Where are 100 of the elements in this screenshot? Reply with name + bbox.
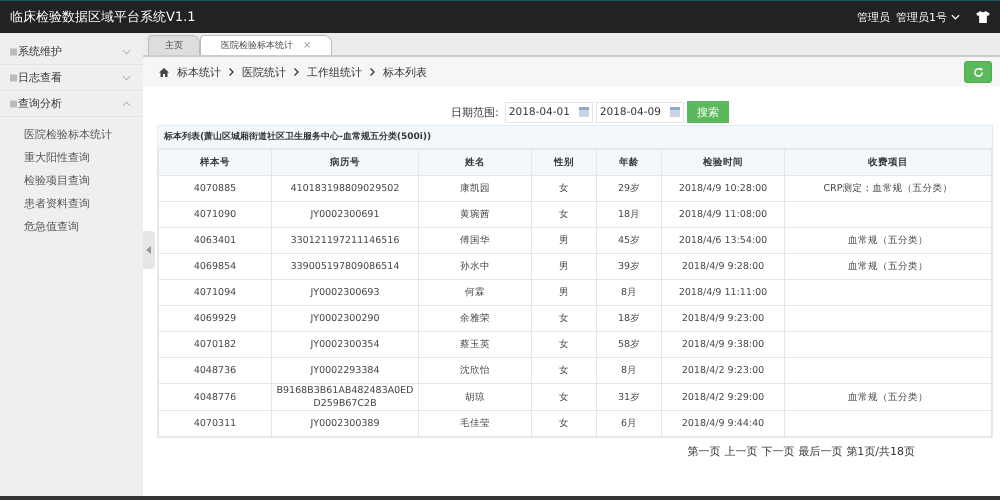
page-count: 第1页/共18页 [846, 444, 915, 459]
table-cell: 4048776 [158, 384, 272, 410]
column-header[interactable]: 样本号 [158, 150, 272, 176]
table-cell: 4070311 [158, 410, 272, 436]
table-cell: 4069854 [158, 254, 272, 280]
table-cell: 康凯园 [418, 176, 532, 202]
breadcrumb-link[interactable]: 标本列表 [383, 64, 427, 80]
table-cell: 血常规（五分类） [784, 228, 992, 254]
calendar-icon[interactable] [670, 107, 680, 117]
refresh-button[interactable] [964, 61, 992, 83]
table-cell: 45岁 [596, 228, 662, 254]
column-header[interactable]: 年龄 [596, 150, 662, 176]
table-cell: 余雅荣 [418, 306, 532, 332]
breadcrumb-link[interactable]: 医院统计 [242, 64, 286, 80]
breadcrumb-link[interactable]: 工作组统计 [307, 64, 362, 80]
table-cell: 4070885 [158, 176, 272, 202]
table-cell: 毛佳莹 [418, 410, 532, 436]
user-role: 管理员 [857, 10, 890, 24]
sidebar-item[interactable]: 患者资料查询 [0, 192, 143, 215]
table-cell: 2018/4/9 9:38:00 [662, 332, 784, 358]
app-title: 临床检验数据区域平台系统V1.1 [10, 9, 196, 26]
sidebar-item[interactable]: 检验项目查询 [0, 169, 143, 192]
chevron-right-icon [370, 68, 375, 76]
table-cell: 2018/4/9 11:11:00 [662, 280, 784, 306]
table-cell: 孙水中 [418, 254, 532, 280]
table-cell: 4048736 [158, 358, 272, 384]
chevron-down-icon [951, 14, 960, 20]
collapse-handle[interactable] [143, 231, 155, 269]
table-cell: 6月 [596, 410, 662, 436]
table-cell: 2018/4/6 13:54:00 [662, 228, 784, 254]
table-cell: 31岁 [596, 384, 662, 410]
sidebar-item[interactable]: 危急值查询 [0, 215, 143, 238]
sidebar-item[interactable]: 重大阳性查询 [0, 146, 143, 169]
table-cell: 女 [532, 358, 596, 384]
table-cell: B9168B3B61AB482483A0EDD259B67C2B [272, 384, 418, 410]
table-cell: 女 [532, 202, 596, 228]
chevron-down-icon [122, 74, 131, 80]
table-cell: 2018/4/2 9:23:00 [662, 358, 784, 384]
table-cell: JY0002300693 [272, 280, 418, 306]
table-cell: 男 [532, 228, 596, 254]
home-icon[interactable] [159, 68, 169, 76]
table-cell: 2018/4/9 9:44:40 [662, 410, 784, 436]
table-cell: 何霖 [418, 280, 532, 306]
table-cell: 410183198809029502 [272, 176, 418, 202]
table-cell: 黄琬茜 [418, 202, 532, 228]
table-cell: JY0002293384 [272, 358, 418, 384]
table-cell: 血常规（五分类） [784, 384, 992, 410]
chevron-up-icon [122, 100, 131, 106]
table-cell: 2018/4/9 10:28:00 [662, 176, 784, 202]
column-header[interactable]: 姓名 [418, 150, 532, 176]
sidebar-item[interactable]: 医院检验标本统计 [0, 123, 143, 146]
column-header[interactable]: 收费项目 [784, 150, 992, 176]
table-cell: JY0002300290 [272, 306, 418, 332]
table-cell: 女 [532, 410, 596, 436]
table-cell: 18月 [596, 202, 662, 228]
table-cell: 4071094 [158, 280, 272, 306]
table-cell: 蔡玉英 [418, 332, 532, 358]
table-cell: 女 [532, 306, 596, 332]
table-cell: 339005197809086514 [272, 254, 418, 280]
table-cell: 胡琼 [418, 384, 532, 410]
table-cell: 男 [532, 280, 596, 306]
table-cell: 18岁 [596, 306, 662, 332]
table-cell: 58岁 [596, 332, 662, 358]
pager-link[interactable]: 第一页 [687, 444, 720, 459]
table-cell: CRP测定；血常规（五分类） [784, 176, 992, 202]
table-cell: 2018/4/9 11:08:00 [662, 202, 784, 228]
table-cell: 傅国华 [418, 228, 532, 254]
table-caption: 标本列表(萧山区城厢街道社区卫生服务中心-血常规五分类(500i)) [158, 126, 992, 149]
column-header[interactable]: 病历号 [272, 150, 418, 176]
refresh-icon [972, 66, 984, 78]
table-cell: 男 [532, 254, 596, 280]
calendar-icon[interactable] [578, 107, 589, 117]
date-field[interactable]: 2018-04-09 [596, 102, 684, 122]
table-cell: 女 [532, 332, 596, 358]
table-cell: 沈欣怡 [418, 358, 532, 384]
table-cell: JY0002300354 [272, 332, 418, 358]
table-cell: 4070182 [158, 332, 272, 358]
table-cell: 39岁 [596, 254, 662, 280]
table-cell: 2018/4/9 9:28:00 [662, 254, 784, 280]
table-cell: JY0002300691 [272, 202, 418, 228]
column-header[interactable]: 性别 [532, 150, 596, 176]
pager-link[interactable]: 下一页 [761, 444, 794, 459]
breadcrumb-link[interactable]: 标本统计 [177, 64, 221, 80]
table-cell: 330121197211146516 [272, 228, 418, 254]
shirt-icon[interactable] [976, 11, 990, 23]
table-cell: 女 [532, 176, 596, 202]
tab[interactable]: 主页 [148, 35, 200, 55]
table-cell: 2018/4/9 9:23:00 [662, 306, 784, 332]
column-header[interactable]: 检验时间 [662, 150, 784, 176]
tab[interactable]: 医院检验标本统计 × [200, 35, 332, 55]
chevron-right-icon [229, 68, 234, 76]
pager-link[interactable]: 上一页 [724, 444, 758, 459]
chevron-down-icon [122, 48, 131, 54]
table-cell: 4071090 [158, 202, 272, 228]
chevron-right-icon [294, 68, 299, 76]
table-cell: 血常规（五分类） [784, 254, 992, 280]
date-field[interactable]: 2018-04-01 [504, 102, 593, 122]
user-menu[interactable]: 管理员1号 [896, 10, 960, 24]
pager-link[interactable]: 最后一页 [798, 444, 842, 459]
table-cell: 8月 [596, 358, 662, 384]
